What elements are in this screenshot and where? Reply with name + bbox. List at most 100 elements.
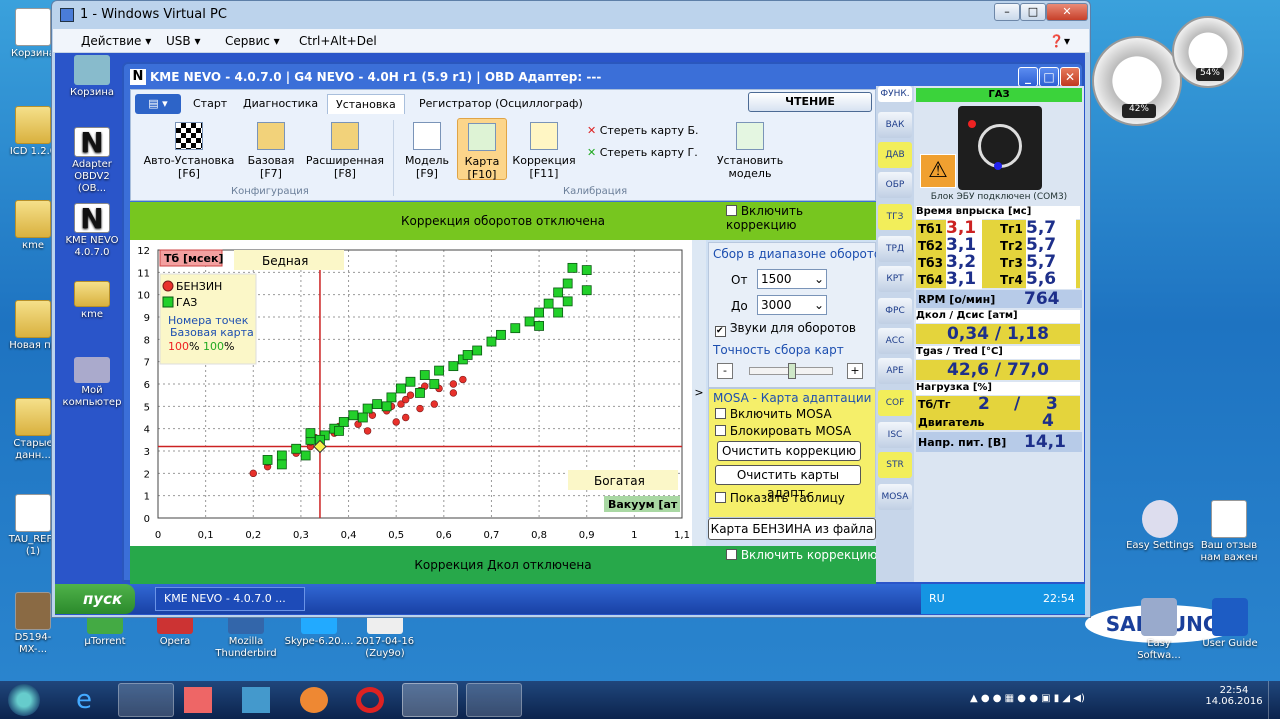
guest-start-button[interactable]: пуск xyxy=(55,584,135,614)
side-ass-button[interactable]: АСС xyxy=(878,328,912,354)
load-petrol-map-button[interactable]: Карта БЕНЗИНА из файла xyxy=(708,518,876,540)
kme-minimize-button[interactable]: _ xyxy=(1018,67,1038,87)
show-table-checkbox[interactable]: Показать таблицу xyxy=(715,491,845,505)
erase-map-g-button[interactable]: ✕ Стереть карту Г. xyxy=(587,146,698,159)
menu-service[interactable]: Сервис ▾ xyxy=(225,34,280,48)
accuracy-plus-button[interactable]: + xyxy=(847,363,863,379)
tray-icons[interactable]: ▲ ● ● ▦ ● ● ▣ ▮ ◢ ◀) xyxy=(970,693,1085,704)
menu-ctrl-alt-del[interactable]: Ctrl+Alt+Del xyxy=(299,34,377,48)
vpc-taskbar-button[interactable] xyxy=(402,683,458,717)
side-str-button[interactable]: STR xyxy=(878,452,912,478)
windows-start-orb[interactable] xyxy=(8,684,40,716)
feedback-icon[interactable]: Ваш отзыв нам важен xyxy=(1196,500,1262,564)
maximize-button[interactable]: □ xyxy=(1020,3,1046,21)
user-guide-icon[interactable]: User Guide xyxy=(1198,598,1262,650)
tab-start[interactable]: Старт xyxy=(185,94,235,114)
tab-recorder[interactable]: Регистратор (Осциллограф) xyxy=(411,94,591,114)
explorer-taskbar-button[interactable] xyxy=(118,683,174,717)
side-isc-button[interactable]: ISC xyxy=(878,422,912,448)
side-trd-button[interactable]: ТРД xyxy=(878,236,912,262)
easy-settings-icon[interactable]: Easy Settings xyxy=(1122,500,1198,552)
side-krt-button[interactable]: КРТ xyxy=(878,266,912,292)
icon-label: Easy Settings xyxy=(1126,540,1194,551)
media-player-icon[interactable] xyxy=(184,687,212,713)
close-button[interactable]: ✕ xyxy=(1046,3,1088,21)
engine-value: 4 xyxy=(1042,411,1054,431)
opera-taskbar-icon[interactable] xyxy=(356,687,384,713)
rpm-row: RPM [о/мин] 764 xyxy=(916,289,1082,309)
firefox-icon[interactable] xyxy=(300,687,328,713)
clear-adapt-maps-button[interactable]: Очистить карты адапт. xyxy=(715,465,861,500)
help-icon[interactable]: ❓▾ xyxy=(1049,34,1070,48)
model-button[interactable]: Модель [F9] xyxy=(399,122,455,180)
gas-point xyxy=(362,403,373,414)
start-label: пуск xyxy=(83,590,123,608)
lang-indicator[interactable]: RU xyxy=(929,592,945,605)
side-mosa-button[interactable]: MOSA xyxy=(878,484,912,510)
guest-recycle-bin[interactable]: Корзина xyxy=(61,55,123,99)
map-button[interactable]: Карта [F10] xyxy=(457,118,507,181)
accuracy-minus-button[interactable]: - xyxy=(717,363,733,379)
guest-my-computer[interactable]: Мой компьютер xyxy=(61,357,123,409)
extended-setup-button[interactable]: Расширенная [F8] xyxy=(303,122,387,180)
host-clock[interactable]: 22:54 14.06.2016 xyxy=(1204,685,1264,707)
memory-gauge-gadget[interactable]: 54% xyxy=(1172,16,1244,88)
erase-map-b-button[interactable]: ✕ Стереть карту Б. xyxy=(587,124,699,137)
guest-kme-folder[interactable]: кme xyxy=(61,281,123,321)
side-cof-button[interactable]: COF xyxy=(878,390,912,416)
pressure-value: 0,34 / 1,18 xyxy=(916,324,1080,344)
tab-diagnostics[interactable]: Диагностика xyxy=(235,94,326,114)
lean-label: Бедная xyxy=(262,254,308,268)
clock-date: 14.06.2016 xyxy=(1205,696,1263,707)
gas-point xyxy=(496,329,506,340)
set-model-button[interactable]: Установить модель xyxy=(713,122,787,180)
checkbox-label: Блокировать MOSA xyxy=(729,424,852,438)
easy-software-icon[interactable]: Easy Softwa... xyxy=(1128,598,1190,662)
checkbox-label: Включить коррекцию xyxy=(726,204,804,232)
side-tgz-button[interactable]: ТГЗ xyxy=(878,204,912,230)
y-tick-label: 6 xyxy=(144,380,150,391)
clear-correction-button[interactable]: Очистить коррекцию xyxy=(717,441,861,461)
rpm-correction-checkbox[interactable]: Включить коррекцию xyxy=(726,204,876,232)
folder-2017-icon[interactable]: 2017-04-16 (Zuy9o) xyxy=(350,612,420,660)
ie-icon[interactable]: e xyxy=(66,685,102,715)
side-are-button[interactable]: АРЕ xyxy=(878,358,912,384)
icon-label: Мой компьютер xyxy=(62,385,122,408)
accuracy-slider[interactable] xyxy=(749,363,833,379)
guest-kme-nevo-icon[interactable]: N KME NEVO 4.0.7.0 xyxy=(61,203,123,259)
correction-button[interactable]: Коррекция [F11] xyxy=(511,122,577,180)
show-desktop-button[interactable] xyxy=(1268,681,1280,719)
menu-action[interactable]: Действие ▾ xyxy=(81,34,151,48)
pcol-correction-checkbox[interactable]: Включить коррекцию Д xyxy=(726,548,891,562)
sounds-checkbox[interactable]: ✔ Звуки для оборотов xyxy=(715,321,856,337)
read-button[interactable]: ЧТЕНИЕ xyxy=(748,92,872,112)
basic-setup-button[interactable]: Базовая [F7] xyxy=(243,122,299,180)
mosa-block-checkbox[interactable]: Блокировать MOSA xyxy=(715,424,851,438)
mosa-enable-checkbox[interactable]: Включить MOSA xyxy=(715,407,832,421)
side-vak-button[interactable]: ВАК xyxy=(878,112,912,138)
collapse-arrow[interactable]: > xyxy=(692,240,706,546)
slider-thumb[interactable] xyxy=(788,363,796,379)
from-select[interactable]: 1500 ⌄ xyxy=(757,269,827,289)
guest-task-kme[interactable]: KME NEVO - 4.0.7.0 ... xyxy=(155,587,305,611)
minimize-button[interactable]: – xyxy=(994,3,1020,21)
kme-maximize-button[interactable]: □ xyxy=(1039,67,1059,87)
scatter-chart[interactable]: 0 0,1 0,2 0,3 0,4 0,5 0,6 0,7 0,8 0,9 1 1,101234567… xyxy=(130,240,692,546)
to-select[interactable]: 3000 ⌄ xyxy=(757,295,827,315)
side-obr-button[interactable]: ОБР xyxy=(878,172,912,198)
app-taskbar-button[interactable] xyxy=(466,683,522,717)
menu-usb[interactable]: USB ▾ xyxy=(166,34,200,48)
side-dav-button[interactable]: ДАВ xyxy=(878,142,912,168)
cpu-gauge-gadget[interactable]: 42% xyxy=(1092,36,1182,126)
guest-adapter-icon[interactable]: N Adapter OBDV2 (OB... xyxy=(61,127,123,195)
checkbox-box xyxy=(715,408,726,419)
side-frs-button[interactable]: ФРС xyxy=(878,298,912,324)
icon-label: Старые данн... xyxy=(13,438,53,461)
tab-setup[interactable]: Установка xyxy=(327,94,405,114)
app-menu-button[interactable]: ▤ ▾ xyxy=(135,94,181,114)
store-icon[interactable] xyxy=(242,687,270,713)
auto-setup-button[interactable]: Авто-Установка [F6] xyxy=(139,122,239,180)
kme-close-button[interactable]: ✕ xyxy=(1060,67,1080,87)
thunderbird-icon[interactable]: Mozilla Thunderbird xyxy=(208,612,284,660)
petrol-point xyxy=(363,427,372,435)
